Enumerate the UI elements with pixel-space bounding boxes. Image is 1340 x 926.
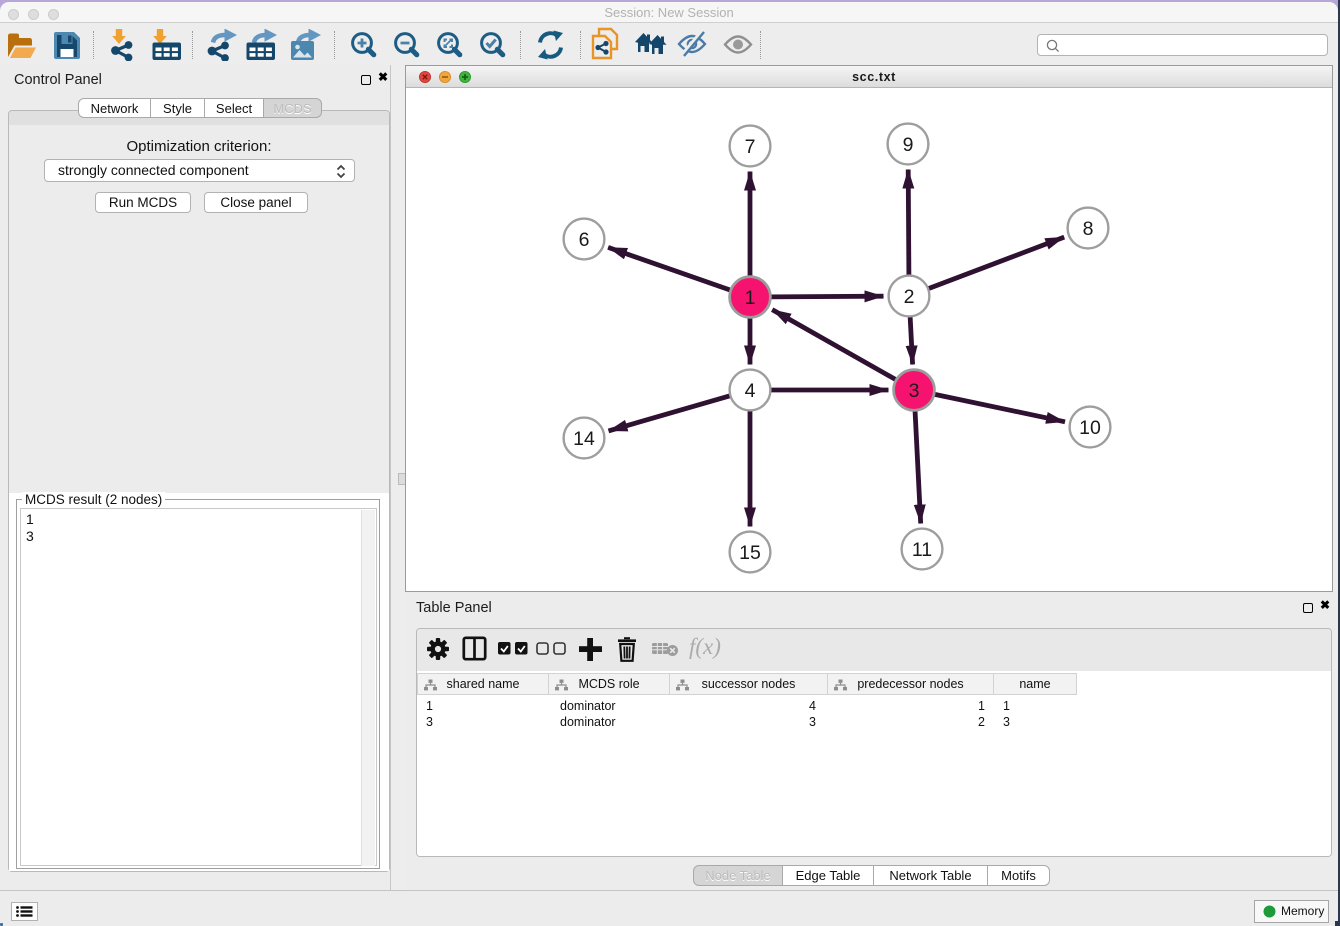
svg-text:1: 1 [745, 287, 756, 309]
svg-text:10: 10 [1079, 417, 1101, 439]
svg-text:3: 3 [909, 380, 920, 402]
svg-text:9: 9 [903, 134, 914, 156]
svg-text:7: 7 [745, 136, 756, 158]
svg-text:4: 4 [745, 380, 756, 402]
svg-text:6: 6 [579, 229, 590, 251]
svg-text:11: 11 [912, 539, 932, 561]
svg-text:2: 2 [904, 286, 915, 308]
svg-text:8: 8 [1083, 218, 1094, 240]
svg-text:14: 14 [573, 428, 595, 450]
svg-text:15: 15 [739, 542, 761, 564]
